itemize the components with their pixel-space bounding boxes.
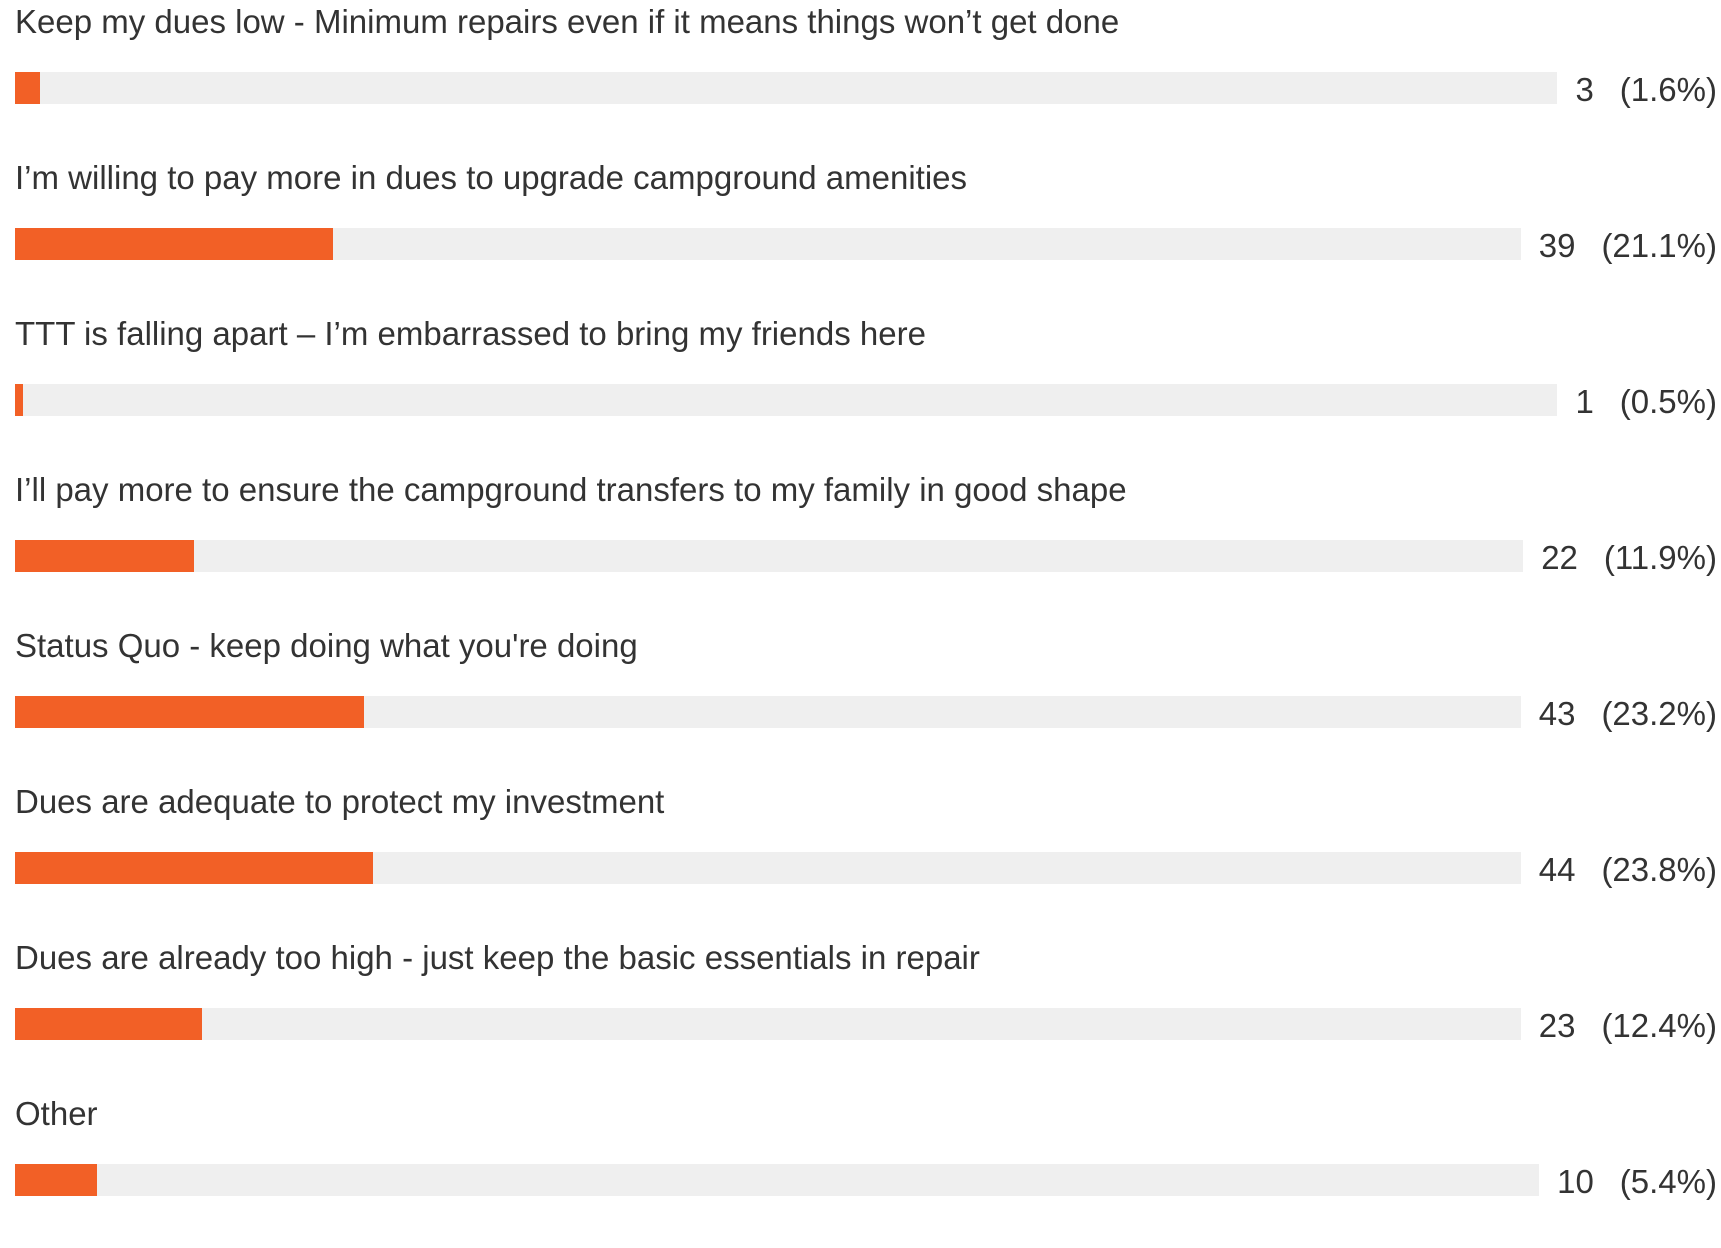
category-label: Other: [15, 1095, 98, 1132]
bar-fill: [15, 852, 374, 884]
category-label: Keep my dues low - Minimum repairs even …: [15, 3, 1120, 40]
count-label: 22: [1541, 539, 1578, 576]
bar-track: [15, 540, 1524, 572]
count-label: 3: [1575, 71, 1594, 108]
bar-row: Dues are adequate to protect my investme…: [0, 780, 1721, 936]
bar-track: [15, 1164, 1540, 1196]
bar-fill: [15, 72, 40, 104]
percent-label: (12.4%): [1601, 1007, 1717, 1044]
percent-label: (1.6%): [1619, 71, 1717, 108]
bar-row: I’ll pay more to ensure the campground t…: [0, 468, 1721, 624]
bar-track: [15, 72, 1558, 104]
category-label: Dues are adequate to protect my investme…: [15, 783, 665, 820]
count-label: 43: [1538, 695, 1576, 732]
percent-label: (5.4%): [1619, 1163, 1717, 1200]
category-label: TTT is falling apart – I’m embarrassed t…: [15, 315, 926, 352]
percent-label: (23.2%): [1601, 695, 1717, 732]
count-label: 39: [1538, 227, 1576, 264]
count-label: 44: [1538, 851, 1576, 888]
bar-row: I’m willing to pay more in dues to upgra…: [0, 156, 1721, 312]
bar-fill: [15, 540, 195, 572]
bar-row: Keep my dues low - Minimum repairs even …: [0, 0, 1721, 156]
bar-row: TTT is falling apart – I’m embarrassed t…: [0, 312, 1721, 468]
count-label: 10: [1557, 1163, 1594, 1200]
bar-fill: [15, 1164, 98, 1196]
category-label: I’ll pay more to ensure the campground t…: [15, 471, 1127, 508]
percent-label: (11.9%): [1603, 539, 1717, 576]
bar-track: [15, 696, 1521, 728]
bar-fill: [15, 384, 23, 416]
bar-row: Other (5.4%) 10: [0, 1092, 1721, 1248]
bar-row: Status Quo - keep doing what you're doin…: [0, 624, 1721, 780]
bar-track: [15, 852, 1521, 884]
count-label: 23: [1538, 1007, 1576, 1044]
bar-track: [15, 1008, 1521, 1040]
chart: Keep my dues low - Minimum repairs even …: [0, 0, 1721, 1200]
count-label: 1: [1575, 383, 1594, 420]
category-label: Dues are already too high - just keep th…: [15, 939, 980, 976]
bar-row: Dues are already too high - just keep th…: [0, 936, 1721, 1092]
bar-fill: [15, 696, 365, 728]
category-label: I’m willing to pay more in dues to upgra…: [15, 159, 968, 196]
percent-label: (0.5%): [1619, 383, 1717, 420]
bar-fill: [15, 228, 333, 260]
bar-fill: [15, 1008, 202, 1040]
percent-label: (21.1%): [1601, 227, 1717, 264]
bar-track: [15, 384, 1558, 416]
percent-label: (23.8%): [1601, 851, 1717, 888]
category-label: Status Quo - keep doing what you're doin…: [15, 627, 638, 664]
bar-track: [15, 228, 1521, 260]
